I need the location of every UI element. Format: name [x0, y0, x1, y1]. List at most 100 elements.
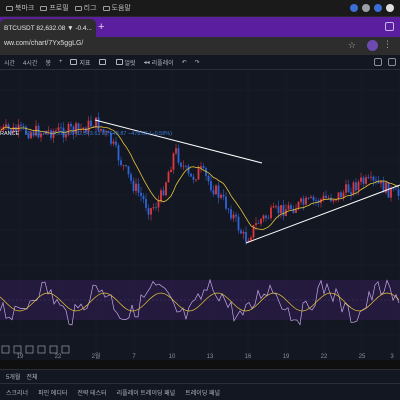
- candle-body: [220, 194, 222, 198]
- layout-button[interactable]: [98, 59, 108, 65]
- candle-body: [202, 166, 205, 169]
- bookmark-label: 프로필: [49, 5, 69, 12]
- x-axis-label: 25: [359, 354, 366, 360]
- candle-body: [155, 207, 157, 209]
- settings-icon[interactable]: [388, 58, 396, 66]
- candle-body: [147, 208, 150, 215]
- candle-body: [270, 207, 272, 219]
- star-icon[interactable]: ☆: [348, 40, 356, 51]
- candle-body: [122, 165, 125, 166]
- candle-body: [145, 199, 147, 209]
- candle-body: [237, 216, 240, 231]
- candle-body: [310, 196, 312, 198]
- tab-replay-trading[interactable]: 리플레이 트레이딩 패널: [117, 388, 176, 397]
- bookmark-item[interactable]: 프로필: [40, 3, 69, 13]
- candle-body: [170, 169, 172, 173]
- candle-body: [192, 176, 195, 180]
- candle-body: [232, 214, 235, 219]
- bookmarks-bar: 북마크 프로필 리그 도움말: [0, 0, 400, 17]
- price-chart[interactable]: 19 22 2월 7 10 13 16 19 22 25 3: [0, 70, 400, 360]
- candle-body: [372, 176, 375, 181]
- replay-button[interactable]: ◂◂ 리플레이: [144, 58, 174, 67]
- tab-title: BTCUSDT 82,632.08 ▼ -0.4...: [4, 24, 92, 32]
- candle-body: [165, 182, 167, 196]
- candle-body: [282, 205, 285, 217]
- candle-body: [365, 177, 367, 184]
- alert-label: 얼럿: [124, 60, 136, 67]
- redo-button[interactable]: ↷: [195, 59, 200, 66]
- candle-body: [240, 230, 242, 234]
- candle-body: [390, 188, 392, 198]
- candle-body: [250, 237, 252, 241]
- alert-button[interactable]: 얼럿: [115, 58, 136, 67]
- candle-body: [347, 184, 350, 193]
- bookmark-item[interactable]: 리그: [74, 3, 97, 13]
- candle-body: [112, 141, 115, 144]
- candle-body: [322, 195, 325, 200]
- interval-selector[interactable]: 시간: [4, 58, 15, 67]
- tab-screener[interactable]: 스크리너: [6, 388, 28, 397]
- candle-body: [125, 165, 127, 167]
- candle-body: [345, 184, 347, 193]
- candle-body: [157, 200, 160, 208]
- replay-icon: ◂◂: [143, 59, 150, 66]
- chart-type-button[interactable]: 봉: [45, 58, 51, 67]
- interval-code[interactable]: 4시간: [23, 58, 37, 67]
- profile-icon[interactable]: [367, 40, 378, 51]
- candle-body: [97, 117, 100, 131]
- candle-body: [90, 120, 92, 127]
- candle-body: [77, 123, 80, 130]
- browser-window: 북마크 프로필 리그 도움말 BTCUSDT 82,632.08 ▼ -0.4.…: [0, 0, 400, 400]
- bookmark-label: 북마크: [15, 5, 35, 12]
- extension-icon[interactable]: [350, 4, 358, 12]
- new-tab-button[interactable]: +: [98, 21, 104, 33]
- menu-icon[interactable]: ⋮: [383, 39, 392, 50]
- candle-body: [397, 189, 400, 196]
- extension-icon[interactable]: [386, 4, 394, 12]
- tab-trading-panel[interactable]: 트레이딩 패널: [185, 388, 220, 397]
- indicators-button[interactable]: 지표: [70, 58, 91, 67]
- bookmark-item[interactable]: 북마크: [6, 3, 34, 13]
- alarm-icon: [115, 59, 123, 65]
- candle-body: [150, 208, 152, 215]
- address-field[interactable]: ww.com/chart/7Yx5ggLG/: [0, 40, 320, 52]
- candle-body: [327, 197, 330, 199]
- search-icon[interactable]: [385, 22, 394, 31]
- range-5m-button[interactable]: 5개월: [6, 372, 20, 381]
- candle-body: [307, 197, 310, 199]
- candle-body: [280, 205, 282, 214]
- chart-panel[interactable]: 19 22 2월 7 10 13 16 19 22 25 3 RANCE 83,111.70 84,…: [0, 70, 400, 360]
- candle-body: [182, 165, 185, 167]
- browser-tab[interactable]: BTCUSDT 82,632.08 ▼ -0.4... ×: [0, 19, 96, 37]
- candle-body: [195, 179, 197, 181]
- candle-body: [180, 162, 182, 167]
- candle-body: [332, 199, 335, 202]
- candle-body: [242, 231, 245, 234]
- candle-body: [212, 190, 215, 195]
- extension-icon[interactable]: [362, 4, 370, 12]
- candle-body: [207, 175, 210, 182]
- range-all-button[interactable]: 전체: [26, 372, 37, 381]
- chart-legend: RANCE 83,111.70 84,268.00 82,543.63 82,6…: [0, 131, 172, 137]
- candle-body: [302, 198, 305, 205]
- x-axis-label: 19: [283, 354, 290, 360]
- candle-body: [210, 181, 212, 191]
- folder-icon: [74, 5, 82, 11]
- tab-strategy-tester[interactable]: 전략 테스터: [77, 388, 106, 397]
- tab-pine-editor[interactable]: 파인 에디터: [38, 388, 67, 397]
- toolbar-right: [374, 58, 396, 66]
- candle-body: [350, 192, 352, 195]
- bookmark-item[interactable]: 도움말: [102, 3, 131, 13]
- folder-icon: [40, 5, 48, 11]
- candle-body: [330, 197, 332, 202]
- x-axis-label: 10: [169, 354, 176, 360]
- layout-grid-icon[interactable]: [374, 58, 382, 66]
- candle-body: [277, 206, 280, 214]
- candle-body: [257, 223, 260, 224]
- candle-body: [265, 215, 267, 218]
- extension-icon[interactable]: [374, 4, 382, 12]
- candle-body: [260, 218, 262, 224]
- undo-button[interactable]: ↶: [182, 59, 187, 66]
- candle-body: [255, 223, 257, 226]
- compare-button[interactable]: +: [59, 59, 63, 65]
